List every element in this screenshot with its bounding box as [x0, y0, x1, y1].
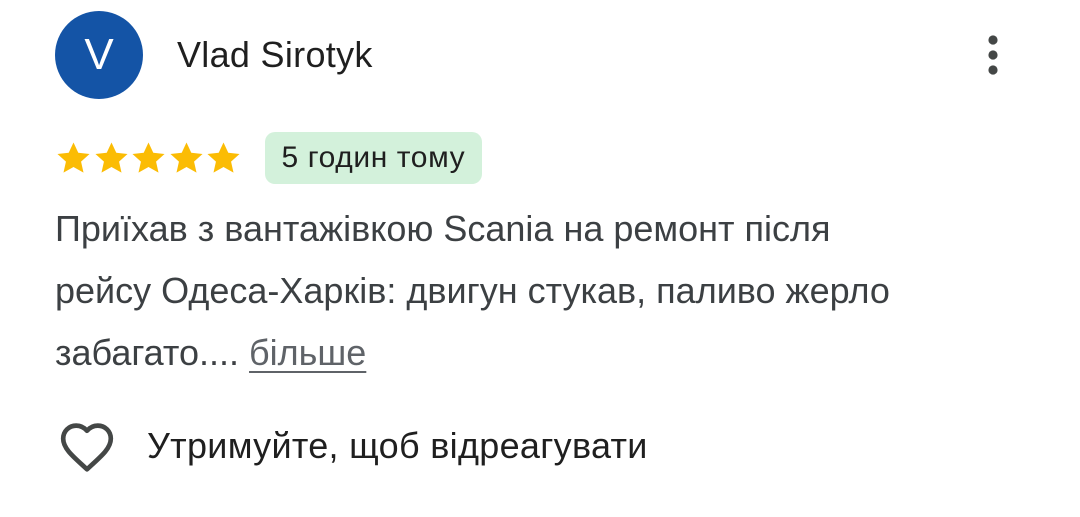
- react-button[interactable]: Утримуйте, щоб відреагувати: [55, 414, 648, 478]
- more-vert-icon: [988, 35, 998, 75]
- react-label: Утримуйте, щоб відреагувати: [147, 425, 648, 466]
- review-text-line-3: забагато....: [55, 332, 250, 373]
- more-link[interactable]: більше: [249, 332, 366, 373]
- star-icon: [132, 141, 165, 173]
- star-icon: [169, 141, 203, 173]
- review-text-line-1: Приїхав з вантажівкою Scania на ремонт п…: [55, 208, 831, 249]
- author-name[interactable]: Vlad Sirotyk: [177, 34, 373, 76]
- avatar[interactable]: V: [55, 11, 143, 99]
- star-icon: [207, 141, 240, 173]
- star-rating: [55, 132, 243, 184]
- review-text-line-2: рейсу Одеса-Харків: двигун стукав, палив…: [55, 270, 890, 311]
- avatar-letter: V: [84, 30, 114, 79]
- rating-row: 5 годин тому: [55, 132, 483, 184]
- more-options-button[interactable]: [966, 28, 1020, 82]
- star-icon: [94, 141, 128, 173]
- time-badge: 5 годин тому: [264, 132, 483, 184]
- heart-outline-icon: [55, 414, 119, 478]
- star-icon: [57, 141, 90, 173]
- review-text: Приїхав з вантажівкою Scania на ремонт п…: [55, 198, 1045, 384]
